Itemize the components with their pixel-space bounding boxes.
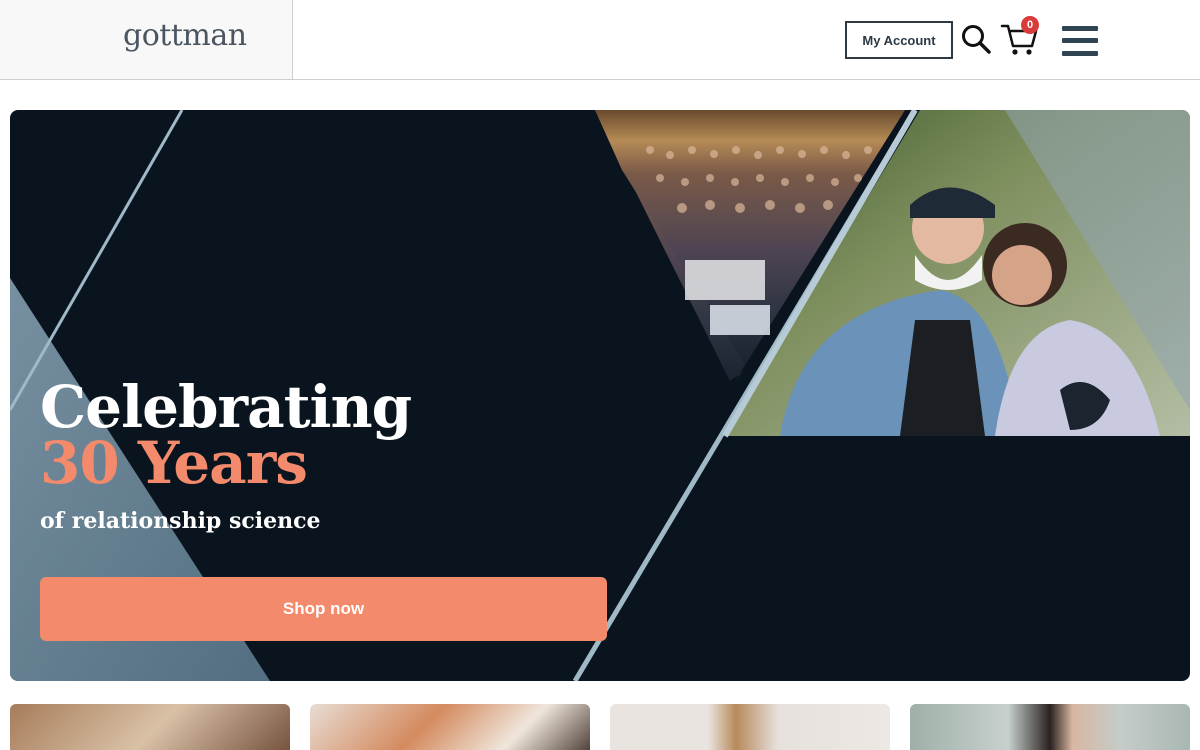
search-icon[interactable]	[961, 24, 991, 54]
logo-area[interactable]: gottman	[0, 0, 293, 79]
my-account-button[interactable]: My Account	[845, 21, 953, 59]
card-couple-hug-photo[interactable]	[10, 704, 290, 750]
card-woman-portrait-photo[interactable]	[910, 704, 1190, 750]
diagonal-stripe	[10, 110, 184, 411]
hero-banner: Celebrating 30 Years of relationship sci…	[10, 110, 1190, 681]
hamburger-menu-icon[interactable]	[1060, 23, 1100, 59]
cart-count-badge: 0	[1021, 16, 1039, 34]
site-header: gottman My Account 0	[0, 0, 1200, 80]
hero-subtitle: of relationship science	[40, 508, 321, 534]
gottman-logo[interactable]: gottman	[123, 18, 247, 53]
card-child-curly-hair-photo[interactable]	[610, 704, 890, 750]
shop-now-button[interactable]: Shop now	[40, 577, 607, 641]
hero-title: Celebrating	[40, 373, 412, 441]
hero-title-highlight: 30 Years	[40, 429, 308, 497]
card-family-baby-photo[interactable]	[310, 704, 590, 750]
